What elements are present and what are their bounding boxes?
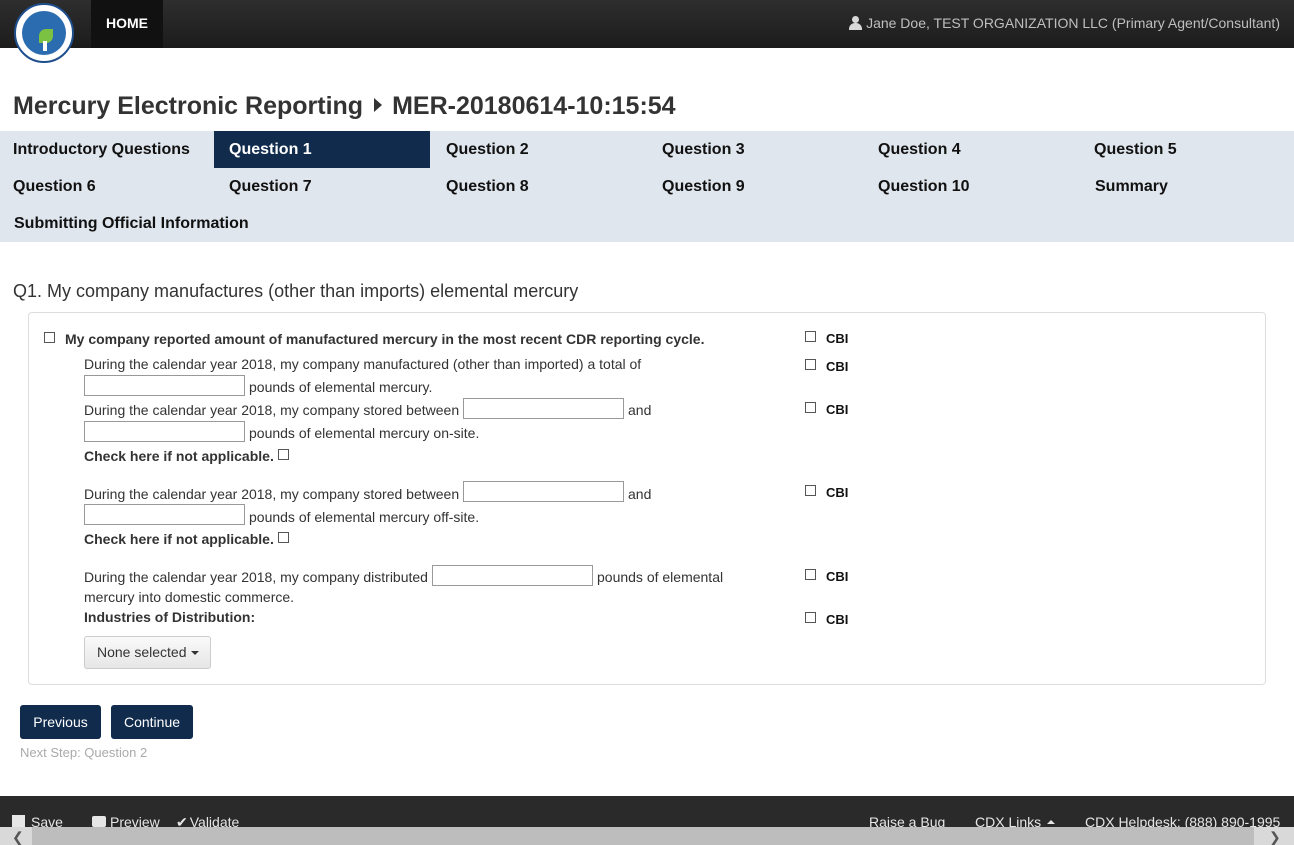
chevron-right-icon	[374, 98, 383, 112]
offsite-not-applicable-checkbox[interactable]	[278, 532, 289, 543]
industries-dropdown-label: None selected	[97, 644, 187, 660]
cbi-label: CBI	[826, 485, 849, 500]
tab-question-4[interactable]: Question 4	[865, 131, 1081, 168]
cbi-checkbox-manufactured[interactable]	[805, 359, 816, 370]
cbi-checkbox-industries[interactable]	[805, 612, 816, 623]
user-icon	[849, 16, 863, 30]
user-label: Jane Doe, TEST ORGANIZATION LLC (Primary…	[866, 15, 1280, 31]
distributed-line2: mercury into domestic commerce.	[84, 589, 295, 605]
tab-question-2[interactable]: Question 2	[433, 131, 649, 168]
distributed-pounds-input[interactable]	[432, 565, 593, 586]
and-label: and	[628, 402, 652, 418]
onsite-min-input[interactable]	[463, 398, 624, 419]
next-step-text: Next Step: Question 2	[20, 745, 148, 760]
tab-introductory-questions[interactable]: Introductory Questions	[0, 131, 214, 168]
cbi-checkbox-onsite[interactable]	[805, 402, 816, 413]
page-title: Mercury Electronic Reporting MER-20180614…	[13, 92, 676, 121]
home-link[interactable]: HOME	[91, 0, 163, 48]
tab-question-7[interactable]: Question 7	[216, 168, 432, 205]
cbi-label: CBI	[826, 331, 849, 346]
stored-onsite-label: During the calendar year 2018, my compan…	[84, 402, 460, 418]
tab-question-6[interactable]: Question 6	[0, 168, 214, 205]
tab-question-5[interactable]: Question 5	[1081, 131, 1294, 168]
manufactured-label: During the calendar year 2018, my compan…	[84, 356, 642, 372]
offsite-max-input[interactable]	[84, 504, 245, 525]
tab-summary[interactable]: Summary	[1082, 168, 1294, 205]
user-menu[interactable]: Jane Doe, TEST ORGANIZATION LLC (Primary…	[849, 0, 1280, 48]
epa-seal-icon	[22, 11, 66, 55]
cbi-checkbox-offsite[interactable]	[805, 485, 816, 496]
caret-up-icon	[1047, 820, 1056, 824]
question-nav: Introductory Questions Question 1 Questi…	[0, 131, 1294, 242]
previous-button[interactable]: Previous	[20, 705, 101, 739]
tab-question-1[interactable]: Question 1	[214, 131, 430, 168]
and-label: and	[628, 486, 652, 502]
tab-question-3[interactable]: Question 3	[649, 131, 865, 168]
tab-question-8[interactable]: Question 8	[433, 168, 649, 205]
distributed-label: During the calendar year 2018, my compan…	[84, 569, 428, 585]
offsite-min-input[interactable]	[463, 481, 624, 502]
tab-question-9[interactable]: Question 9	[649, 168, 865, 205]
tab-submitting-official-information[interactable]: Submitting Official Information	[1, 205, 301, 242]
app-title: Mercury Electronic Reporting	[13, 92, 364, 120]
tab-question-10[interactable]: Question 10	[865, 168, 1081, 205]
distributed-suffix: pounds of elemental	[597, 569, 724, 585]
onsite-not-applicable-checkbox[interactable]	[278, 449, 289, 460]
camera-icon	[92, 816, 106, 827]
industries-dropdown[interactable]: None selected	[84, 636, 211, 669]
offsite-not-applicable-label: Check here if not applicable.	[84, 531, 274, 547]
cbi-label: CBI	[826, 569, 849, 584]
cbi-label: CBI	[826, 612, 849, 627]
onsite-not-applicable-label: Check here if not applicable.	[84, 448, 274, 464]
stored-offsite-label: During the calendar year 2018, my compan…	[84, 486, 460, 502]
continue-button[interactable]: Continue	[111, 705, 193, 739]
question-heading: Q1. My company manufactures (other than …	[13, 281, 579, 301]
onsite-max-input[interactable]	[84, 421, 245, 442]
caret-down-icon	[190, 651, 199, 655]
reported-cdr-label: My company reported amount of manufactur…	[65, 331, 705, 347]
manufactured-pounds-input[interactable]	[84, 375, 245, 396]
onsite-suffix: pounds of elemental mercury on-site.	[249, 425, 480, 441]
epa-logo[interactable]	[14, 3, 74, 63]
horizontal-scrollbar[interactable]: ❮ ❯	[0, 827, 1294, 845]
cbi-checkbox-distributed[interactable]	[805, 569, 816, 580]
industries-label: Industries of Distribution:	[84, 609, 256, 625]
offsite-suffix: pounds of elemental mercury off-site.	[249, 509, 480, 525]
reported-cdr-checkbox[interactable]	[44, 332, 55, 343]
scroll-right-icon[interactable]: ❯	[1269, 830, 1281, 844]
scrollbar-thumb[interactable]	[32, 827, 1254, 845]
manufactured-suffix: pounds of elemental mercury.	[249, 379, 433, 395]
cbi-checkbox-reported[interactable]	[805, 331, 816, 342]
cbi-label: CBI	[826, 402, 849, 417]
cbi-label: CBI	[826, 359, 849, 374]
submission-id: MER-20180614-10:15:54	[392, 92, 676, 120]
scroll-left-icon[interactable]: ❮	[12, 830, 24, 844]
